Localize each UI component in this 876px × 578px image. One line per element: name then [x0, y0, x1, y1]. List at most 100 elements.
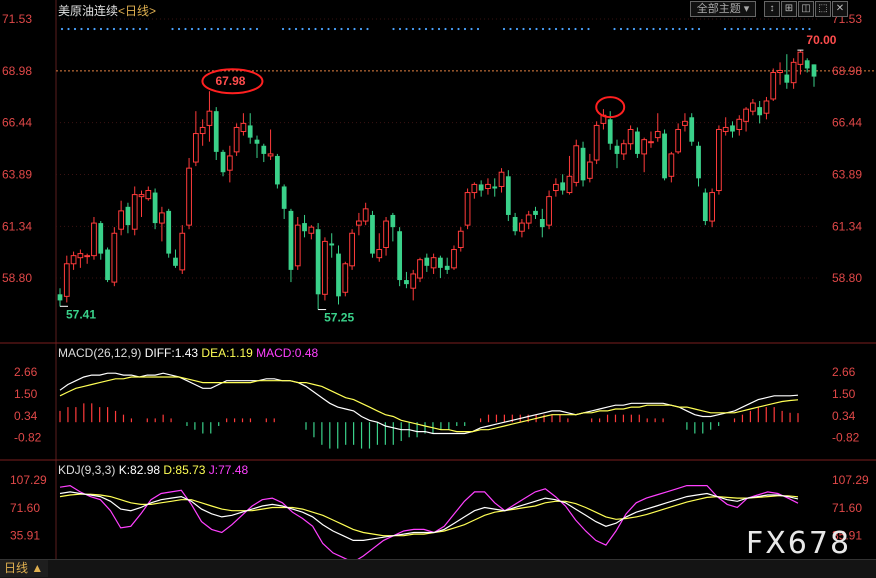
price-tick-left: 68.98	[2, 64, 32, 78]
candle-body-down	[607, 119, 613, 144]
top-marker-dot	[73, 27, 77, 31]
top-marker-dot	[723, 27, 727, 31]
top-marker-dot	[314, 27, 317, 31]
top-marker-dot	[190, 27, 194, 31]
top-marker-dot	[652, 27, 655, 31]
candle-body-down	[281, 186, 287, 209]
top-marker-dot	[229, 27, 233, 31]
expand-icon[interactable]: ↕	[764, 1, 780, 17]
period-tag[interactable]: 日线 ▲	[0, 560, 48, 577]
top-marker-dot	[203, 27, 207, 31]
top-marker-dot	[281, 27, 285, 31]
candle-body-up	[70, 255, 77, 265]
top-marker-dot	[554, 27, 558, 31]
top-marker-dot	[125, 27, 129, 31]
kdj-title: KDJ(9,3,3)	[58, 463, 116, 477]
candle-body-up	[145, 190, 152, 200]
candle-body-down	[438, 257, 443, 268]
top-marker-dot	[769, 27, 772, 31]
grid-icon[interactable]: ⊞	[781, 1, 797, 17]
candle-body-up	[240, 122, 247, 133]
top-marker-dot	[515, 27, 519, 31]
candle-body-up	[410, 273, 417, 289]
chevron-down-icon: ▾	[743, 3, 750, 15]
candle-body-down	[166, 210, 172, 254]
macd-tick-right: 2.66	[832, 365, 856, 379]
close-icon[interactable]: ✕	[832, 1, 848, 17]
top-marker-dot	[86, 27, 90, 31]
candle-body-up	[566, 175, 573, 194]
top-marker-dot	[509, 27, 512, 31]
kdj-tick-left: 35.91	[10, 529, 40, 543]
top-marker-dot	[502, 27, 506, 31]
top-marker-dot	[431, 27, 434, 31]
top-marker-dot	[405, 27, 408, 31]
candle-body-down	[254, 139, 260, 144]
top-marker-dot	[528, 27, 532, 31]
candle-body-up	[91, 222, 97, 257]
top-marker-dot	[795, 27, 798, 31]
top-marker-dot	[639, 27, 642, 31]
top-marker-dot	[619, 27, 623, 31]
theme-select[interactable]: 全部主题 ▾	[690, 1, 756, 17]
top-marker-dot	[171, 27, 174, 31]
candle-body-down	[614, 145, 620, 154]
watermark: FX678	[746, 526, 852, 561]
candle-body-up	[743, 108, 749, 122]
top-marker-dot	[775, 27, 779, 31]
grid-lines	[0, 0, 876, 577]
top-marker-dot	[99, 27, 103, 31]
top-marker-dot	[340, 27, 343, 31]
candle-body-up	[383, 220, 389, 249]
candle-body-up	[356, 220, 362, 226]
period-label: <日线>	[118, 4, 157, 18]
candle-body-down	[57, 294, 63, 301]
price-tick-left: 71.53	[2, 12, 32, 26]
candle-body-up	[226, 155, 233, 171]
candle-body-up	[131, 194, 138, 230]
candle-body-down	[662, 133, 667, 179]
extreme-label: 70.00	[806, 33, 836, 47]
top-marker-dot	[132, 27, 135, 31]
macd-value: MACD:0.48	[256, 346, 319, 360]
candle-body-up	[770, 72, 777, 100]
top-marker-dot	[145, 27, 148, 31]
top-marker-dot	[60, 27, 64, 31]
candle-body-up	[498, 171, 505, 187]
top-marker-dot	[678, 27, 681, 31]
candle-body-up	[376, 249, 383, 259]
candle-body-up	[349, 232, 355, 267]
candle-body-down	[689, 117, 695, 142]
top-marker-dot	[184, 27, 187, 31]
split-icon[interactable]: ◫	[798, 1, 814, 17]
candle-body-up	[675, 128, 682, 153]
candle-body-down	[288, 210, 294, 270]
macd-tick-right: -0.82	[832, 431, 860, 445]
candle-body-down	[329, 243, 335, 246]
top-marker-dot	[418, 27, 421, 31]
candle-body-up	[267, 153, 274, 157]
top-marker-dot	[567, 27, 571, 31]
candle-body-down	[274, 155, 280, 185]
candle-body-up	[627, 128, 634, 145]
candle-body-down	[512, 216, 518, 232]
maximize-icon[interactable]: ⬚	[815, 1, 831, 17]
top-marker-dot	[112, 27, 116, 31]
candle-body-down	[173, 257, 178, 266]
theme-select-label: 全部主题	[696, 3, 741, 15]
macd-diff: DIFF:1.43	[144, 346, 199, 360]
top-marker-dot	[138, 27, 142, 31]
top-marker-dot	[80, 27, 83, 31]
top-marker-dot	[632, 27, 636, 31]
kdj-tick-left: 71.60	[10, 501, 40, 515]
candle-body-up	[620, 143, 627, 155]
top-marker-dot	[548, 27, 551, 31]
candle-body-up	[573, 145, 580, 183]
top-marker-dot	[223, 27, 226, 31]
top-marker-dot	[411, 27, 415, 31]
candle-body-down	[702, 192, 708, 222]
kdj-d-line	[59, 493, 799, 537]
chart-stage: 67.9857.41 57.2570.00 71.53 71.5368.98 68.9…	[0, 0, 876, 577]
top-marker-dot	[333, 27, 337, 31]
price-tick-left: 66.44	[2, 116, 32, 130]
